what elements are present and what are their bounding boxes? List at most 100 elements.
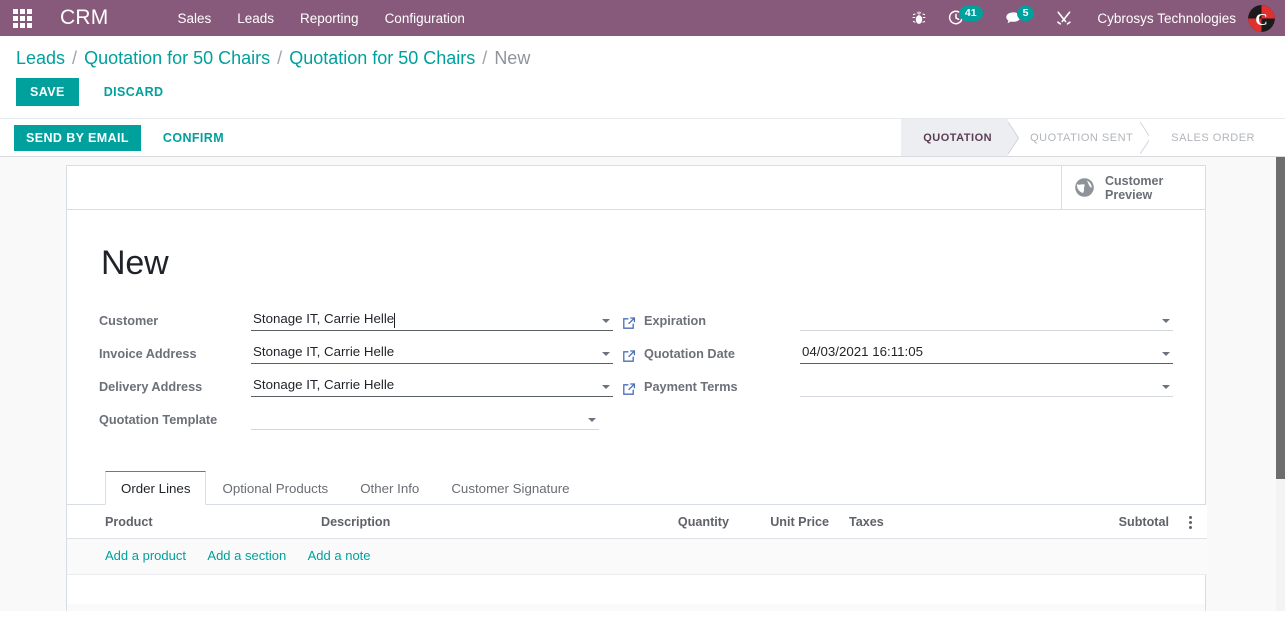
- chevron-down-icon[interactable]: [602, 352, 610, 356]
- customer-external-link-icon[interactable]: [622, 316, 636, 330]
- delivery-address-external-link-icon[interactable]: [622, 382, 636, 396]
- breadcrumb-item-quotation-1[interactable]: Quotation for 50 Chairs: [84, 48, 270, 69]
- invoice-address-value: Stonage IT, Carrie Helle: [253, 344, 395, 359]
- chevron-down-icon[interactable]: [1162, 319, 1170, 323]
- discard-button[interactable]: DISCARD: [91, 78, 177, 106]
- activity-clock-icon[interactable]: 41: [937, 0, 994, 36]
- menu-item-configuration[interactable]: Configuration: [372, 2, 478, 35]
- chevron-down-icon[interactable]: [588, 418, 596, 422]
- field-quotation-date: Quotation Date 04/03/2021 16:11:05: [644, 342, 1173, 364]
- add-line-row: Add a product Add a section Add a note: [67, 538, 1207, 576]
- messages-chat-icon[interactable]: 5: [994, 0, 1046, 36]
- tab-optional-products[interactable]: Optional Products: [206, 471, 344, 505]
- chevron-down-icon[interactable]: [1162, 352, 1170, 356]
- send-by-email-button[interactable]: SEND BY EMAIL: [14, 124, 141, 151]
- apps-grid-icon[interactable]: [0, 0, 44, 36]
- stage-label: QUOTATION: [923, 131, 993, 144]
- stage-label: QUOTATION SENT: [1030, 131, 1134, 144]
- messages-count-badge: 5: [1016, 5, 1035, 21]
- form-column-left: Customer Stonage IT, Carrie Helle Invoic…: [99, 309, 636, 441]
- field-label-customer: Customer: [99, 314, 159, 328]
- stage-sales-order[interactable]: SALES ORDER: [1149, 119, 1271, 156]
- form-grid: Customer Stonage IT, Carrie Helle Invoic…: [99, 309, 1173, 441]
- page-title: New: [101, 244, 169, 282]
- tools-wrench-icon[interactable]: [1045, 0, 1083, 36]
- scrollbar-thumb[interactable]: [1276, 157, 1285, 479]
- avatar[interactable]: C: [1248, 4, 1275, 32]
- tab-customer-signature[interactable]: Customer Signature: [435, 471, 585, 505]
- column-header-quantity: Quantity: [563, 505, 733, 540]
- expiration-input[interactable]: [800, 310, 1173, 331]
- payment-terms-input[interactable]: [800, 376, 1173, 397]
- lines-totals-strip: [67, 604, 1205, 611]
- quotation-template-input[interactable]: [251, 409, 599, 430]
- menu-item-reporting[interactable]: Reporting: [287, 2, 372, 35]
- column-header-product: Product: [67, 505, 317, 540]
- record-sheet: Customer Preview New Customer Stonage IT…: [66, 165, 1207, 611]
- user-name-label[interactable]: Cybrosys Technologies: [1083, 11, 1248, 26]
- stage-chevron-icon: [1130, 121, 1152, 154]
- tab-order-lines[interactable]: Order Lines: [105, 471, 207, 505]
- confirm-button[interactable]: CONFIRM: [153, 125, 234, 151]
- field-expiration: Expiration: [644, 309, 1173, 331]
- navbar-right-tools: 41 5 Cybrosys Technologies C: [901, 0, 1285, 36]
- invoice-address-input[interactable]: Stonage IT, Carrie Helle: [251, 343, 613, 364]
- breadcrumb-item-quotation-2[interactable]: Quotation for 50 Chairs: [289, 48, 475, 69]
- field-label-payment-terms: Payment Terms: [644, 380, 738, 394]
- field-payment-terms: Payment Terms: [644, 375, 1173, 397]
- sheet-button-box: Customer Preview: [67, 166, 1205, 210]
- customer-preview-button[interactable]: Customer Preview: [1061, 166, 1205, 209]
- main-menu: Sales Leads Reporting Configuration: [164, 2, 477, 35]
- quotation-date-value: 04/03/2021 16:11:05: [802, 344, 924, 359]
- invoice-address-external-link-icon[interactable]: [622, 349, 636, 363]
- add-a-note-link[interactable]: Add a note: [308, 548, 371, 563]
- top-navbar: CRM Sales Leads Reporting Configuration: [0, 0, 1285, 36]
- tab-other-info[interactable]: Other Info: [344, 471, 435, 505]
- column-header-unit-price: Unit Price: [733, 505, 833, 540]
- breadcrumb: Leads / Quotation for 50 Chairs / Quotat…: [0, 36, 1285, 73]
- app-brand-crm[interactable]: CRM: [44, 6, 116, 30]
- breadcrumb-separator: /: [277, 48, 283, 68]
- save-button[interactable]: SAVE: [16, 78, 79, 106]
- field-invoice-address: Invoice Address Stonage IT, Carrie Helle: [99, 342, 636, 364]
- bug-icon[interactable]: [901, 0, 937, 36]
- menu-item-leads[interactable]: Leads: [224, 2, 287, 35]
- stage-quotation[interactable]: QUOTATION: [901, 119, 1020, 156]
- stage-label: SALES ORDER: [1171, 131, 1255, 144]
- chevron-down-icon[interactable]: [602, 385, 610, 389]
- customer-input[interactable]: Stonage IT, Carrie Helle: [251, 310, 613, 331]
- notebook: Order Lines Optional Products Other Info…: [67, 471, 1207, 611]
- field-label-expiration: Expiration: [644, 314, 707, 328]
- order-lines-table: Product Description Quantity Unit Price …: [67, 505, 1207, 576]
- sheet-body: New Customer Stonage IT, Carrie Helle In…: [67, 210, 1207, 611]
- stage-quotation-sent[interactable]: QUOTATION SENT: [1008, 119, 1152, 156]
- chevron-down-icon[interactable]: [1162, 385, 1170, 389]
- field-customer: Customer Stonage IT, Carrie Helle: [99, 309, 636, 331]
- pipeline-statusbar: QUOTATION QUOTATION SENT SALES ORDER: [901, 119, 1271, 156]
- form-column-right: Expiration Quotation Date 04/03/2021 16:…: [636, 309, 1173, 441]
- field-label-quotation-template: Quotation Template: [99, 413, 218, 427]
- breadcrumb-item-leads[interactable]: Leads: [16, 48, 65, 69]
- notebook-tabs: Order Lines Optional Products Other Info…: [67, 471, 1205, 505]
- delivery-address-input[interactable]: Stonage IT, Carrie Helle: [251, 376, 613, 397]
- chevron-down-icon[interactable]: [602, 319, 610, 323]
- field-delivery-address: Delivery Address Stonage IT, Carrie Hell…: [99, 375, 636, 397]
- vertical-scrollbar[interactable]: [1276, 157, 1285, 611]
- lines-empty-area: [67, 575, 1205, 605]
- column-header-subtotal: Subtotal: [1073, 505, 1173, 540]
- text-cursor: [394, 313, 396, 328]
- column-options-icon[interactable]: [1173, 505, 1207, 540]
- quotation-date-input[interactable]: 04/03/2021 16:11:05: [800, 343, 1173, 364]
- breadcrumb-separator: /: [482, 48, 488, 68]
- statusbar-row: SEND BY EMAIL CONFIRM QUOTATION QUOTATIO…: [0, 119, 1285, 157]
- activity-count-badge: 41: [958, 5, 983, 21]
- menu-item-sales[interactable]: Sales: [164, 2, 224, 35]
- add-a-section-link[interactable]: Add a section: [207, 548, 286, 563]
- customer-preview-line1: Customer: [1105, 173, 1164, 188]
- delivery-address-value: Stonage IT, Carrie Helle: [253, 377, 395, 392]
- column-header-description: Description: [317, 505, 563, 540]
- add-a-product-link[interactable]: Add a product: [105, 548, 186, 563]
- field-label-invoice-address: Invoice Address: [99, 347, 197, 361]
- svg-text:C: C: [1255, 10, 1267, 29]
- form-content-area: Customer Preview New Customer Stonage IT…: [0, 157, 1285, 611]
